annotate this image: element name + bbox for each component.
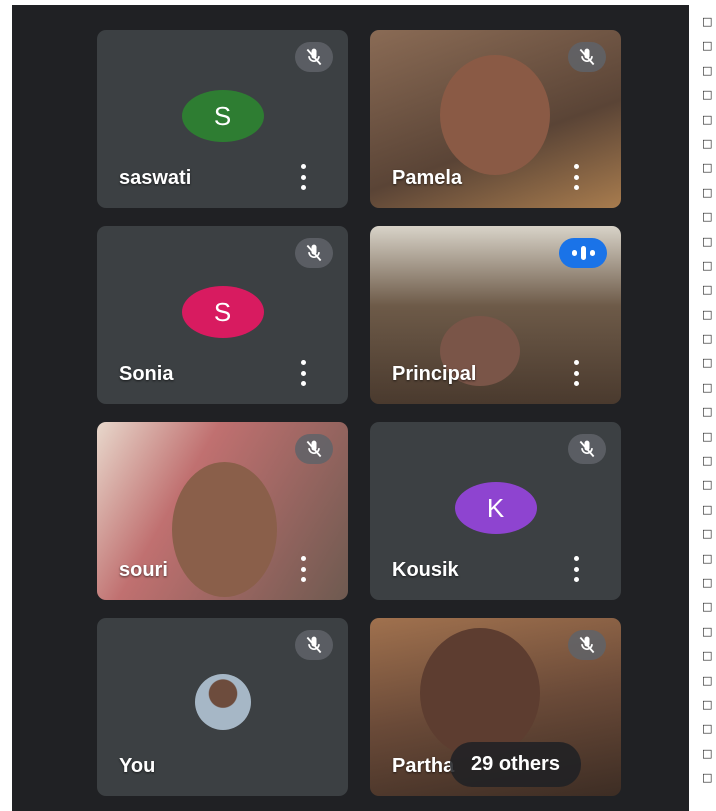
edge-glyph: □ (702, 88, 713, 102)
edge-glyph: □ (702, 258, 713, 272)
more-options-icon[interactable] (298, 556, 308, 582)
mic-off-icon (568, 434, 606, 464)
participant-name: Principal (392, 363, 477, 385)
participant-tile[interactable]: S saswati (97, 30, 348, 208)
participant-tile[interactable]: You (97, 618, 348, 796)
more-options-icon[interactable] (298, 360, 308, 386)
edge-glyph: □ (702, 283, 713, 297)
edge-glyph: □ (702, 697, 713, 711)
edge-glyph: □ (702, 185, 713, 199)
edge-glyph: □ (702, 136, 713, 150)
meeting-grid: S saswati Pamela S Sonia Principal souri… (12, 5, 689, 811)
edge-glyph: □ (702, 15, 713, 28)
edge-glyph: □ (702, 307, 713, 321)
participant-tile[interactable]: souri (97, 422, 348, 600)
edge-glyph: □ (702, 649, 713, 663)
more-options-icon[interactable] (571, 556, 581, 582)
mic-off-icon (568, 42, 606, 72)
edge-glyph: □ (702, 746, 713, 760)
edge-glyph: □ (702, 551, 713, 565)
participant-name: Kousik (392, 559, 459, 581)
edge-glyph: □ (702, 405, 713, 419)
edge-glyph: □ (702, 39, 713, 53)
edge-glyph: □ (702, 161, 713, 175)
mic-off-icon (295, 630, 333, 660)
avatar-initial: K (486, 492, 505, 523)
edge-glyph: □ (702, 454, 713, 468)
video-feed (420, 628, 540, 758)
edge-glyph: □ (702, 624, 713, 638)
others-count-chip[interactable]: 29 others (450, 742, 581, 787)
avatar: S (181, 286, 264, 338)
edge-glyph: □ (702, 63, 713, 77)
participant-name: You (119, 755, 156, 777)
edge-glyph: □ (702, 600, 713, 614)
more-options-icon[interactable] (571, 360, 581, 386)
participant-name: Partha (392, 755, 455, 777)
edge-glyph: □ (702, 332, 713, 346)
avatar: S (181, 90, 264, 142)
participant-name: Sonia (119, 363, 174, 385)
avatar: K (454, 482, 537, 534)
video-feed (172, 462, 277, 597)
participant-tile[interactable]: K Kousik (370, 422, 621, 600)
avatar-initial: S (213, 296, 232, 327)
edge-glyph: □ (702, 502, 713, 516)
participant-tile[interactable]: Pamela (370, 30, 621, 208)
participant-name: Pamela (392, 167, 463, 189)
edge-glyph: □ (702, 234, 713, 248)
edge-glyph: □ (702, 478, 713, 492)
edge-glyph: □ (702, 429, 713, 443)
edge-glyph: □ (702, 112, 713, 126)
edge-glyph: □ (702, 210, 713, 224)
participant-name: souri (119, 559, 168, 581)
avatar-initial: S (213, 100, 232, 131)
more-options-icon[interactable] (298, 164, 308, 190)
participant-tile[interactable]: S Sonia (97, 226, 348, 404)
mic-off-icon (568, 630, 606, 660)
participant-tile[interactable]: Principal (370, 226, 621, 404)
edge-glyph: □ (702, 771, 713, 785)
edge-glyph: □ (702, 673, 713, 687)
more-options-icon[interactable] (571, 164, 581, 190)
edge-glyph: □ (702, 356, 713, 370)
participant-name: saswati (119, 167, 192, 189)
avatar (194, 674, 251, 730)
mic-off-icon (295, 238, 333, 268)
edge-glyph: □ (702, 380, 713, 394)
edge-glyph-strip: □ □ □ □ □ □ □ □ □ □ □ □ □ □ □ □ □ □ □ □ … (702, 10, 714, 791)
mic-off-icon (295, 434, 333, 464)
mic-off-icon (295, 42, 333, 72)
edge-glyph: □ (702, 575, 713, 589)
video-feed (440, 55, 550, 175)
edge-glyph: □ (702, 722, 713, 736)
edge-glyph: □ (702, 527, 713, 541)
audio-level-icon (559, 238, 607, 268)
